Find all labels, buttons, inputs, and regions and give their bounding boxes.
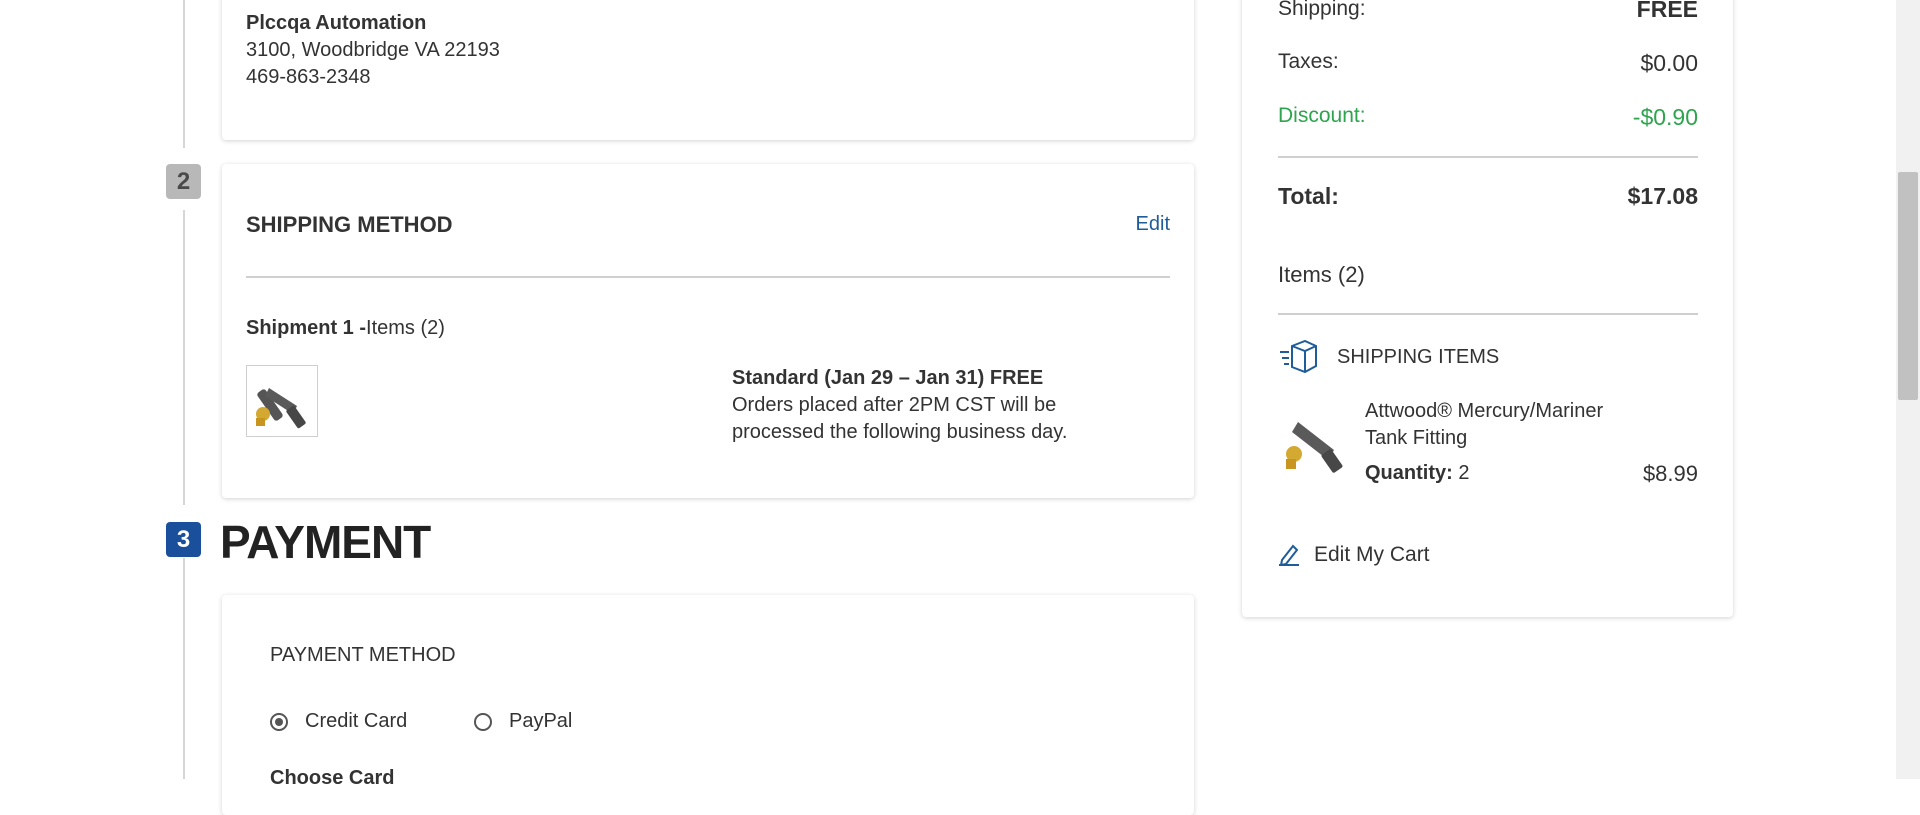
progress-line-3 [183, 558, 185, 779]
summary-divider-2 [1278, 313, 1698, 315]
order-summary-card [1242, 0, 1733, 617]
summary-total-value: $17.08 [1627, 183, 1698, 209]
shipping-method-title: SHIPPING METHOD [246, 212, 453, 237]
summary-divider-1 [1278, 156, 1698, 158]
shipping-divider [246, 276, 1170, 278]
paypal-label: PayPal [509, 710, 573, 732]
shipment-item-thumbnail [246, 365, 318, 437]
summary-shipping-value: FREE [1636, 0, 1698, 22]
payment-method-label: PAYMENT METHOD [270, 644, 456, 666]
edit-my-cart-link[interactable]: Edit My Cart [1278, 540, 1478, 570]
shipping-items-icon [1278, 339, 1318, 374]
tank-fitting-image [1286, 422, 1343, 473]
summary-product-image [1278, 406, 1352, 476]
quantity-value: 2 [1458, 462, 1470, 484]
paypal-radio[interactable] [474, 713, 492, 731]
progress-line-1 [183, 0, 185, 148]
shipping-method-card: SHIPPING METHOD Edit Shipment 1 -Items (… [222, 164, 1194, 498]
shipment-heading: Shipment 1 -Items (2) [246, 317, 445, 340]
credit-card-radio[interactable] [270, 713, 288, 731]
payment-title: PAYMENT [220, 516, 431, 568]
quantity-label: Quantity: [1365, 462, 1453, 484]
edit-my-cart-label: Edit My Cart [1314, 543, 1430, 566]
summary-total-label: Total: [1278, 183, 1339, 209]
summary-taxes-value: $0.00 [1640, 50, 1698, 76]
summary-discount-label: Discount: [1278, 104, 1366, 127]
address-line: 3100, Woodbridge VA 22193 [246, 39, 500, 61]
summary-product-price: $8.99 [1642, 461, 1698, 486]
summary-shipping-label: Shipping: [1278, 0, 1366, 20]
step-3-badge: 3 [166, 522, 201, 557]
shipping-option-note-2: processed the following business day. [732, 421, 1068, 443]
scrollbar-thumb[interactable] [1898, 172, 1918, 400]
payment-option-credit-card[interactable]: Credit Card [270, 710, 430, 736]
summary-taxes-label: Taxes: [1278, 50, 1339, 73]
credit-card-label: Credit Card [305, 710, 408, 732]
address-name: Plccqa Automation [246, 12, 427, 34]
tank-fitting-image [256, 388, 306, 429]
shipment-label: Shipment 1 - [246, 317, 367, 339]
shipping-option-title: Standard (Jan 29 – Jan 31) FREE [732, 367, 1044, 389]
progress-line-2 [183, 210, 185, 505]
shipping-option-note-1: Orders placed after 2PM CST will be [732, 394, 1057, 416]
summary-items-count: Items (2) [1278, 262, 1365, 287]
summary-product-quantity: Quantity: 2 [1365, 462, 1469, 485]
shipping-items-label: SHIPPING ITEMS [1337, 346, 1500, 368]
shipment-items-count: Items (2) [366, 317, 445, 339]
shipping-method-edit-link[interactable]: Edit [1136, 213, 1170, 236]
summary-product-name-2[interactable]: Tank Fitting [1365, 427, 1467, 450]
step-2-badge: 2 [166, 164, 201, 199]
payment-card: PAYMENT METHOD Credit Card PayPal Choose… [222, 595, 1194, 815]
address-phone: 469-863-2348 [246, 66, 371, 88]
payment-option-paypal[interactable]: PayPal [474, 710, 594, 736]
shipping-address-card: Plccqa Automation 3100, Woodbridge VA 22… [222, 0, 1194, 140]
summary-discount-value: -$0.90 [1632, 104, 1698, 130]
pencil-icon [1279, 544, 1299, 566]
summary-product-name-1[interactable]: Attwood® Mercury/Mariner [1365, 400, 1603, 423]
